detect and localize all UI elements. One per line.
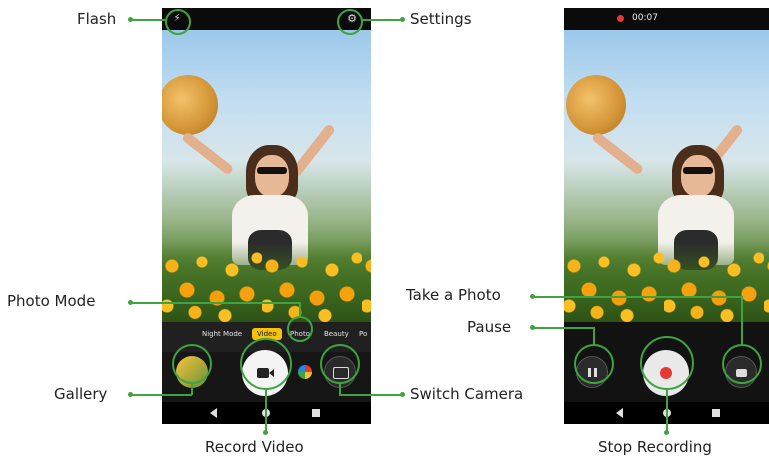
recording-timer: 00:07 <box>632 13 658 23</box>
record-video-label: Record Video <box>205 438 304 456</box>
mode-night[interactable]: Night Mode <box>202 330 242 338</box>
pause-highlight <box>574 344 614 384</box>
take-photo-highlight <box>722 344 762 384</box>
settings-label: Settings <box>410 10 472 28</box>
record-video-highlight <box>240 338 292 390</box>
back-icon[interactable] <box>616 408 623 418</box>
camera-viewfinder <box>564 30 769 322</box>
gallery-highlight <box>172 344 212 384</box>
gallery-label: Gallery <box>54 385 108 403</box>
switch-camera-label: Switch Camera <box>410 385 524 403</box>
status-bar: 00:07 <box>564 8 769 30</box>
photo-mode-label: Photo Mode <box>7 292 96 310</box>
photo-mode-highlight <box>287 316 313 342</box>
hat <box>162 75 218 135</box>
mode-portrait[interactable]: Po <box>359 330 367 338</box>
settings-highlight <box>337 9 363 35</box>
camera-viewfinder <box>162 30 371 322</box>
take-photo-label: Take a Photo <box>406 286 501 304</box>
pause-label: Pause <box>467 318 512 336</box>
recent-apps-icon[interactable] <box>312 409 320 417</box>
flash-label: Flash <box>77 10 117 28</box>
stop-recording-label: Stop Recording <box>598 438 712 456</box>
recording-dot-icon <box>617 15 624 22</box>
switch-camera-highlight <box>320 344 360 384</box>
back-icon[interactable] <box>210 408 217 418</box>
navigation-bar <box>162 402 371 424</box>
recent-apps-icon[interactable] <box>712 409 720 417</box>
flash-highlight <box>165 9 191 35</box>
color-filter-icon[interactable] <box>298 365 312 379</box>
mode-beauty[interactable]: Beauty <box>324 330 349 338</box>
stop-recording-highlight <box>640 336 694 390</box>
